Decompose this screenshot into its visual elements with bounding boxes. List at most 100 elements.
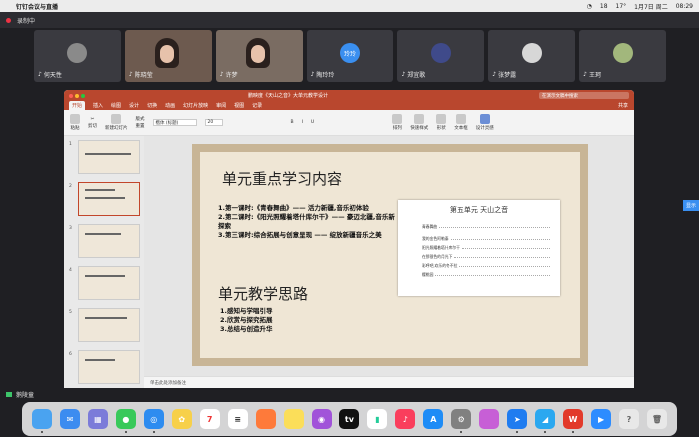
quick-styles-button[interactable]: 快速样式 <box>410 114 428 131</box>
lesson-list[interactable]: 1.第一课时:《青春舞曲》—— 活力新疆,音乐初体验 2.第二课时:《阳光照耀着… <box>218 204 398 240</box>
unit-contents-image[interactable]: 第五单元 天山之音 青春舞曲 我的金色阿勒泰 阳光照耀着塔什库尔干 在那银色的月… <box>398 200 560 296</box>
arrange-button[interactable]: 排列 <box>392 114 403 131</box>
tab-insert[interactable]: 插入 <box>93 102 103 109</box>
tab-animations[interactable]: 动画 <box>165 102 175 109</box>
tab-view[interactable]: 视图 <box>234 102 244 109</box>
slide-thumbnails: 1 2 3 4 5 6 <box>64 136 144 388</box>
tab-transitions[interactable]: 切换 <box>147 102 157 109</box>
styles-icon <box>414 114 425 124</box>
current-slide[interactable]: 单元重点学习内容 1.第一课时:《青春舞曲》—— 活力新疆,音乐初体验 2.第二… <box>192 144 588 366</box>
scissors-icon: ✂ <box>90 116 95 122</box>
toc-row: 在那银色的月光下 <box>422 254 552 260</box>
approach-item: 2.欣赏与探究拓展 <box>220 316 273 324</box>
safari-icon[interactable]: ◎ <box>143 409 164 433</box>
slide-thumbnail[interactable]: 1 <box>69 140 140 174</box>
tencent-meeting-icon[interactable]: ◢ <box>535 409 556 433</box>
mail-icon[interactable]: ✉ <box>59 409 80 429</box>
close-window-button[interactable] <box>69 93 73 98</box>
bold-button[interactable]: B <box>291 120 294 125</box>
underline-button[interactable]: U <box>311 120 314 125</box>
tab-review[interactable]: 审阅 <box>216 102 226 109</box>
text-box-button[interactable]: 文本框 <box>454 114 468 131</box>
mic-icon: ♪ <box>401 71 406 78</box>
search-input[interactable]: 在演示文稿中搜索 <box>539 92 629 99</box>
participant-tile[interactable]: ♪ 许梦 <box>215 30 303 82</box>
photos-icon[interactable]: ✿ <box>171 409 192 429</box>
stickies-icon[interactable] <box>283 409 304 429</box>
reminders-icon[interactable]: ≡ <box>227 409 248 429</box>
date-status: 1月7日 周二 <box>634 3 668 11</box>
minimize-window-button[interactable] <box>75 93 79 98</box>
tab-home[interactable]: 开始 <box>69 101 86 110</box>
active-app-name[interactable]: 钉钉会议与直播 <box>16 2 58 11</box>
launchpad-icon[interactable]: ▦ <box>87 409 108 429</box>
slide-heading[interactable]: 单元重点学习内容 <box>222 168 342 189</box>
dingtalk-icon[interactable]: ➤ <box>507 409 528 433</box>
numbers-icon[interactable]: ▮ <box>367 409 388 429</box>
mic-icon: ♪ <box>128 71 133 78</box>
font-size-field[interactable]: 20 <box>204 119 223 126</box>
tv-icon[interactable]: tv <box>339 409 360 429</box>
notes-field[interactable]: 单击此处添加备注 <box>144 376 634 388</box>
slide-thumbnail[interactable]: 4 <box>69 266 140 300</box>
participant-tile[interactable]: ♪ 陈晓莹 <box>124 30 212 82</box>
toc-row: 青春舞曲 <box>422 224 552 230</box>
new-slide-button[interactable]: 新建幻灯片 <box>105 114 128 131</box>
approach-list[interactable]: 1.感知与学唱引导 2.欣赏与探究拓展 3.总结与创造升华 <box>220 307 273 334</box>
designer-button[interactable]: 设计灵感 <box>476 114 494 131</box>
settings-icon[interactable]: ⚙ <box>451 409 472 433</box>
zoom-window-button[interactable] <box>81 93 85 98</box>
messages-icon[interactable]: ● <box>115 409 136 433</box>
photo-booth-icon[interactable] <box>479 409 500 429</box>
tab-slideshow[interactable]: 幻灯片放映 <box>183 102 208 109</box>
participant-tile[interactable]: ♪ 张梦露 <box>488 30 576 82</box>
finder-icon[interactable] <box>31 409 52 433</box>
mic-icon: ♪ <box>310 71 315 78</box>
slide-canvas[interactable]: 单元重点学习内容 1.第一课时:《青春舞曲》—— 活力新疆,音乐初体验 2.第二… <box>144 136 634 388</box>
textbox-icon <box>455 114 466 124</box>
ribbon-toolbar: 粘贴 ✂ 剪切 新建幻灯片 版式 重置 楷体 (标题) 20 B I U 排列 快速… <box>64 110 634 136</box>
side-button[interactable]: 显示 <box>682 200 699 211</box>
participant-tile[interactable]: 玲玲 ♪ 陶玲玲 <box>306 30 394 82</box>
trash-icon[interactable]: 🗑 <box>646 409 667 429</box>
app-store-icon[interactable]: A <box>423 409 444 429</box>
help-icon[interactable]: ? <box>618 409 639 429</box>
ppt-titlebar: 鹏映度《天山之音》大单元教学设计 在演示文稿中搜索 <box>64 90 634 101</box>
wifi-icon[interactable]: ◔ <box>587 3 592 10</box>
approach-item: 1.感知与学唱引导 <box>220 307 273 315</box>
shapes-button[interactable]: 形状 <box>436 114 447 131</box>
slide-thumbnail[interactable]: 5 <box>69 308 140 342</box>
toc-row: 我的金色阿勒泰 <box>422 236 552 242</box>
tab-record[interactable]: 记录 <box>252 102 262 109</box>
status-item: 18 <box>599 2 608 10</box>
music-icon[interactable]: ♪ <box>395 409 416 429</box>
ribbon-tabs: 开始 插入 绘图 设计 切换 动画 幻灯片放映 审阅 视图 记录 共享 <box>64 101 634 110</box>
layout-button[interactable]: 版式 重置 <box>136 116 145 129</box>
menubar-status: ◔ 18 17° 1月7日 周二 08:29 <box>587 2 693 11</box>
slide-thumbnail-selected[interactable]: 2 <box>69 182 140 216</box>
participant-name: ♪ 郑宜歌 <box>401 71 426 79</box>
clipboard-icon <box>70 114 80 124</box>
wps-icon[interactable]: W <box>563 409 584 433</box>
slide-subheading[interactable]: 单元教学思路 <box>218 283 308 304</box>
slide-thumbnail[interactable]: 3 <box>69 224 140 258</box>
zoom-app-icon[interactable]: ▶ <box>591 409 612 429</box>
participant-tile[interactable]: ♪ 王珂 <box>579 30 667 82</box>
cut-button[interactable]: ✂ 剪切 <box>88 117 97 129</box>
tab-draw[interactable]: 绘图 <box>111 102 121 109</box>
avatar: 玲玲 <box>340 43 360 63</box>
toc-row: 樱桃园 <box>422 272 552 278</box>
participant-tile[interactable]: ♪ 郑宜歌 <box>397 30 485 82</box>
participant-strip: ♪ 何天性 ♪ 陈晓莹 ♪ 许梦 玲玲 ♪ 陶玲玲 ♪ 郑宜歌 ♪ 张梦露 ♪ 王珂 <box>34 30 667 82</box>
slide-thumbnail[interactable]: 6 <box>69 350 140 384</box>
italic-button[interactable]: I <box>302 120 303 125</box>
participant-tile[interactable]: ♪ 何天性 <box>34 30 121 82</box>
paste-button[interactable]: 粘贴 <box>70 114 80 131</box>
podcasts-icon[interactable]: ◉ <box>311 409 332 429</box>
calendar-icon[interactable]: 7 <box>199 409 220 429</box>
notes-icon[interactable] <box>255 409 276 429</box>
tab-design[interactable]: 设计 <box>129 102 139 109</box>
font-name-field[interactable]: 楷体 (标题) <box>152 119 197 126</box>
share-button[interactable]: 共享 <box>618 102 628 109</box>
speaker-icon <box>6 391 12 397</box>
